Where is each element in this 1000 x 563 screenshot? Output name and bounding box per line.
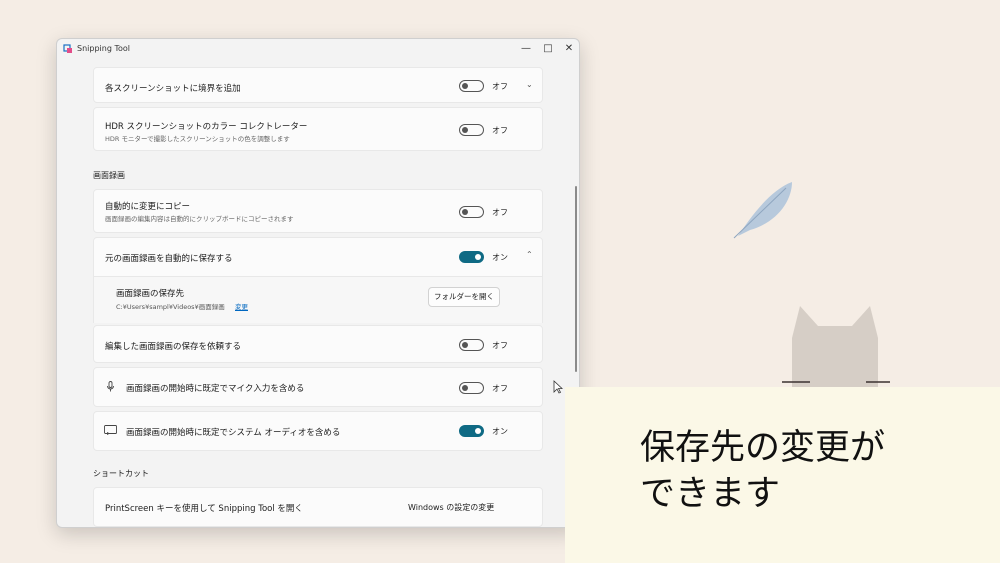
setting-label: 編集した画面録画の保存を依頼する: [105, 342, 242, 352]
section-heading-shortcut: ショートカット: [93, 469, 149, 478]
toggle-state: オン: [492, 253, 508, 262]
setting-printscreen: PrintScreen キーを使用して Snipping Tool を開く Wi…: [93, 487, 543, 527]
mic-toggle[interactable]: [459, 382, 484, 394]
save-location-label: 画面録画の保存先: [116, 289, 185, 299]
caption-line-1: 保存先の変更が: [640, 428, 886, 468]
maximize-button[interactable]: □: [541, 42, 555, 56]
open-folder-button[interactable]: フォルダーを開く: [428, 287, 500, 307]
system-audio-toggle[interactable]: [459, 425, 484, 437]
auto-save-toggle[interactable]: [459, 251, 484, 263]
caption-text: 保存先の変更が できます: [640, 425, 980, 517]
setting-label: 自動的に変更にコピー: [105, 202, 191, 212]
windows-settings-link[interactable]: Windows の設定の変更: [408, 502, 494, 513]
border-toggle[interactable]: [459, 80, 484, 92]
toggle-state: オフ: [492, 126, 508, 135]
title-bar: Snipping Tool — □ ✕: [57, 39, 579, 59]
setting-label: 各スクリーンショットに境界を追加: [105, 84, 241, 94]
toggle-state: オフ: [492, 341, 508, 350]
scrollbar[interactable]: [575, 186, 577, 372]
save-location-panel: 画面録画の保存先 C:¥Users¥sampl¥Videos¥画面録画 変更 フ…: [93, 277, 543, 323]
mouse-cursor-icon: [553, 380, 563, 394]
toggle-state: オン: [492, 427, 508, 436]
minimize-button[interactable]: —: [519, 42, 533, 56]
caption-line-2: できます: [640, 474, 781, 514]
setting-label: 画面録画の開始時に既定でシステム オーディオを含める: [126, 428, 341, 438]
ask-save-toggle[interactable]: [459, 339, 484, 351]
setting-auto-copy: 自動的に変更にコピー 画面録画の編集内容は自動的にクリップボードにコピーされます…: [93, 189, 543, 233]
window-title: Snipping Tool: [77, 44, 130, 53]
auto-copy-toggle[interactable]: [459, 206, 484, 218]
setting-border: 各スクリーンショットに境界を追加 オフ ⌄: [93, 67, 543, 103]
toggle-state: オフ: [492, 384, 508, 393]
chevron-down-icon[interactable]: ⌄: [526, 80, 533, 89]
setting-ask-save: 編集した画面録画の保存を依頼する オフ: [93, 325, 543, 363]
snipping-tool-window: Snipping Tool — □ ✕ 各スクリーンショットに境界を追加 オフ …: [56, 38, 580, 528]
setting-label: PrintScreen キーを使用して Snipping Tool を開く: [105, 504, 303, 514]
setting-mic: 画面録画の開始時に既定でマイク入力を含める オフ: [93, 367, 543, 407]
setting-auto-save: 元の画面録画を自動的に保存する オン ⌃: [93, 237, 543, 277]
setting-label: HDR スクリーンショットのカラー コレクトレーター: [105, 122, 308, 132]
setting-hdr: HDR スクリーンショットのカラー コレクトレーター HDR モニターで撮影した…: [93, 107, 543, 151]
settings-content: 各スクリーンショットに境界を追加 オフ ⌄ HDR スクリーンショットのカラー …: [57, 59, 579, 527]
hdr-toggle[interactable]: [459, 124, 484, 136]
setting-description: 画面録画の編集内容は自動的にクリップボードにコピーされます: [105, 215, 294, 223]
save-location-path: C:¥Users¥sampl¥Videos¥画面録画: [116, 303, 225, 311]
setting-label: 元の画面録画を自動的に保存する: [105, 254, 233, 264]
section-heading-recording: 画面録画: [93, 171, 125, 180]
setting-description: HDR モニターで撮影したスクリーンショットの色を調整します: [105, 135, 290, 143]
setting-system-audio: 画面録画の開始時に既定でシステム オーディオを含める オン: [93, 411, 543, 451]
close-button[interactable]: ✕: [562, 42, 576, 56]
snipping-tool-app-icon: [63, 44, 72, 53]
cat-illustration: [782, 306, 890, 390]
feather-illustration: [733, 182, 792, 239]
chevron-up-icon[interactable]: ⌃: [526, 250, 533, 259]
setting-label: 画面録画の開始時に既定でマイク入力を含める: [126, 384, 305, 394]
toggle-state: オフ: [492, 208, 508, 217]
microphone-icon: [107, 381, 114, 392]
toggle-state: オフ: [492, 82, 508, 91]
caption-box: 保存先の変更が できます: [565, 387, 1000, 563]
change-location-link[interactable]: 変更: [235, 301, 248, 311]
system-audio-icon: [104, 425, 117, 435]
